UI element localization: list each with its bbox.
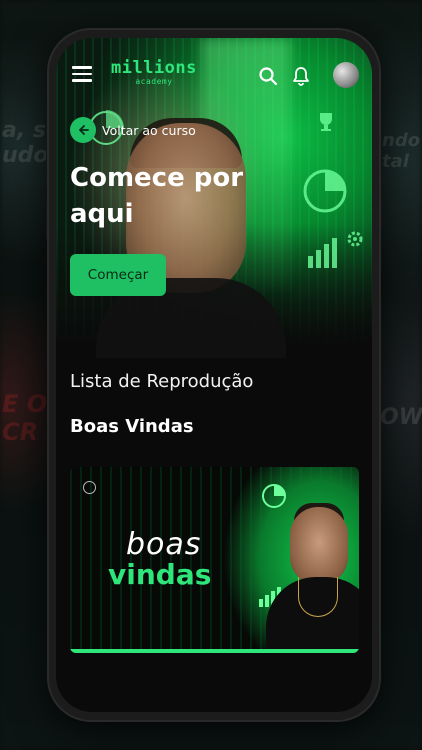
- background-decor-text: OW: [380, 405, 422, 430]
- start-button[interactable]: Começar: [70, 254, 166, 296]
- hero-title-line1: Comece por: [70, 163, 244, 193]
- phone-screen: millions academy Voltar ao curso Comece …: [56, 38, 372, 712]
- watched-radio-indicator[interactable]: [83, 481, 96, 494]
- search-icon[interactable]: [258, 66, 278, 86]
- playlist-name: Boas Vindas: [70, 416, 194, 437]
- back-arrow-icon: [70, 117, 96, 143]
- top-navigation-bar: millions academy: [56, 38, 372, 113]
- menu-icon[interactable]: [72, 66, 92, 82]
- thumbnail-person-face: [290, 507, 348, 585]
- brand-logo[interactable]: millions academy: [111, 59, 197, 87]
- back-to-course-link[interactable]: Voltar ao curso: [70, 117, 196, 143]
- user-avatar[interactable]: [333, 62, 359, 88]
- playlist-section-title: Lista de Reprodução: [70, 371, 254, 392]
- thumbnail-text-line2: vindas: [108, 558, 212, 591]
- video-card[interactable]: boas vindas: [70, 467, 359, 653]
- logo-main-text: millions: [111, 58, 197, 78]
- thumbnail-text-line1: boas: [126, 527, 202, 562]
- trophy-icon: [320, 113, 332, 131]
- thumbnail-person-chain: [298, 577, 338, 617]
- progress-bar: [70, 649, 359, 653]
- pie-chart-icon: [262, 484, 286, 508]
- bar-chart-icon: [308, 238, 337, 268]
- background-decor-text: ndo tal: [382, 130, 421, 172]
- hero-title: Comece por aqui: [70, 160, 270, 232]
- hero-title-line2: aqui: [70, 199, 134, 229]
- bell-icon[interactable]: [291, 66, 311, 86]
- gear-icon: [347, 231, 363, 247]
- logo-sub-text: academy: [135, 77, 173, 86]
- pie-chart-icon: [303, 169, 347, 213]
- back-link-label: Voltar ao curso: [102, 122, 196, 138]
